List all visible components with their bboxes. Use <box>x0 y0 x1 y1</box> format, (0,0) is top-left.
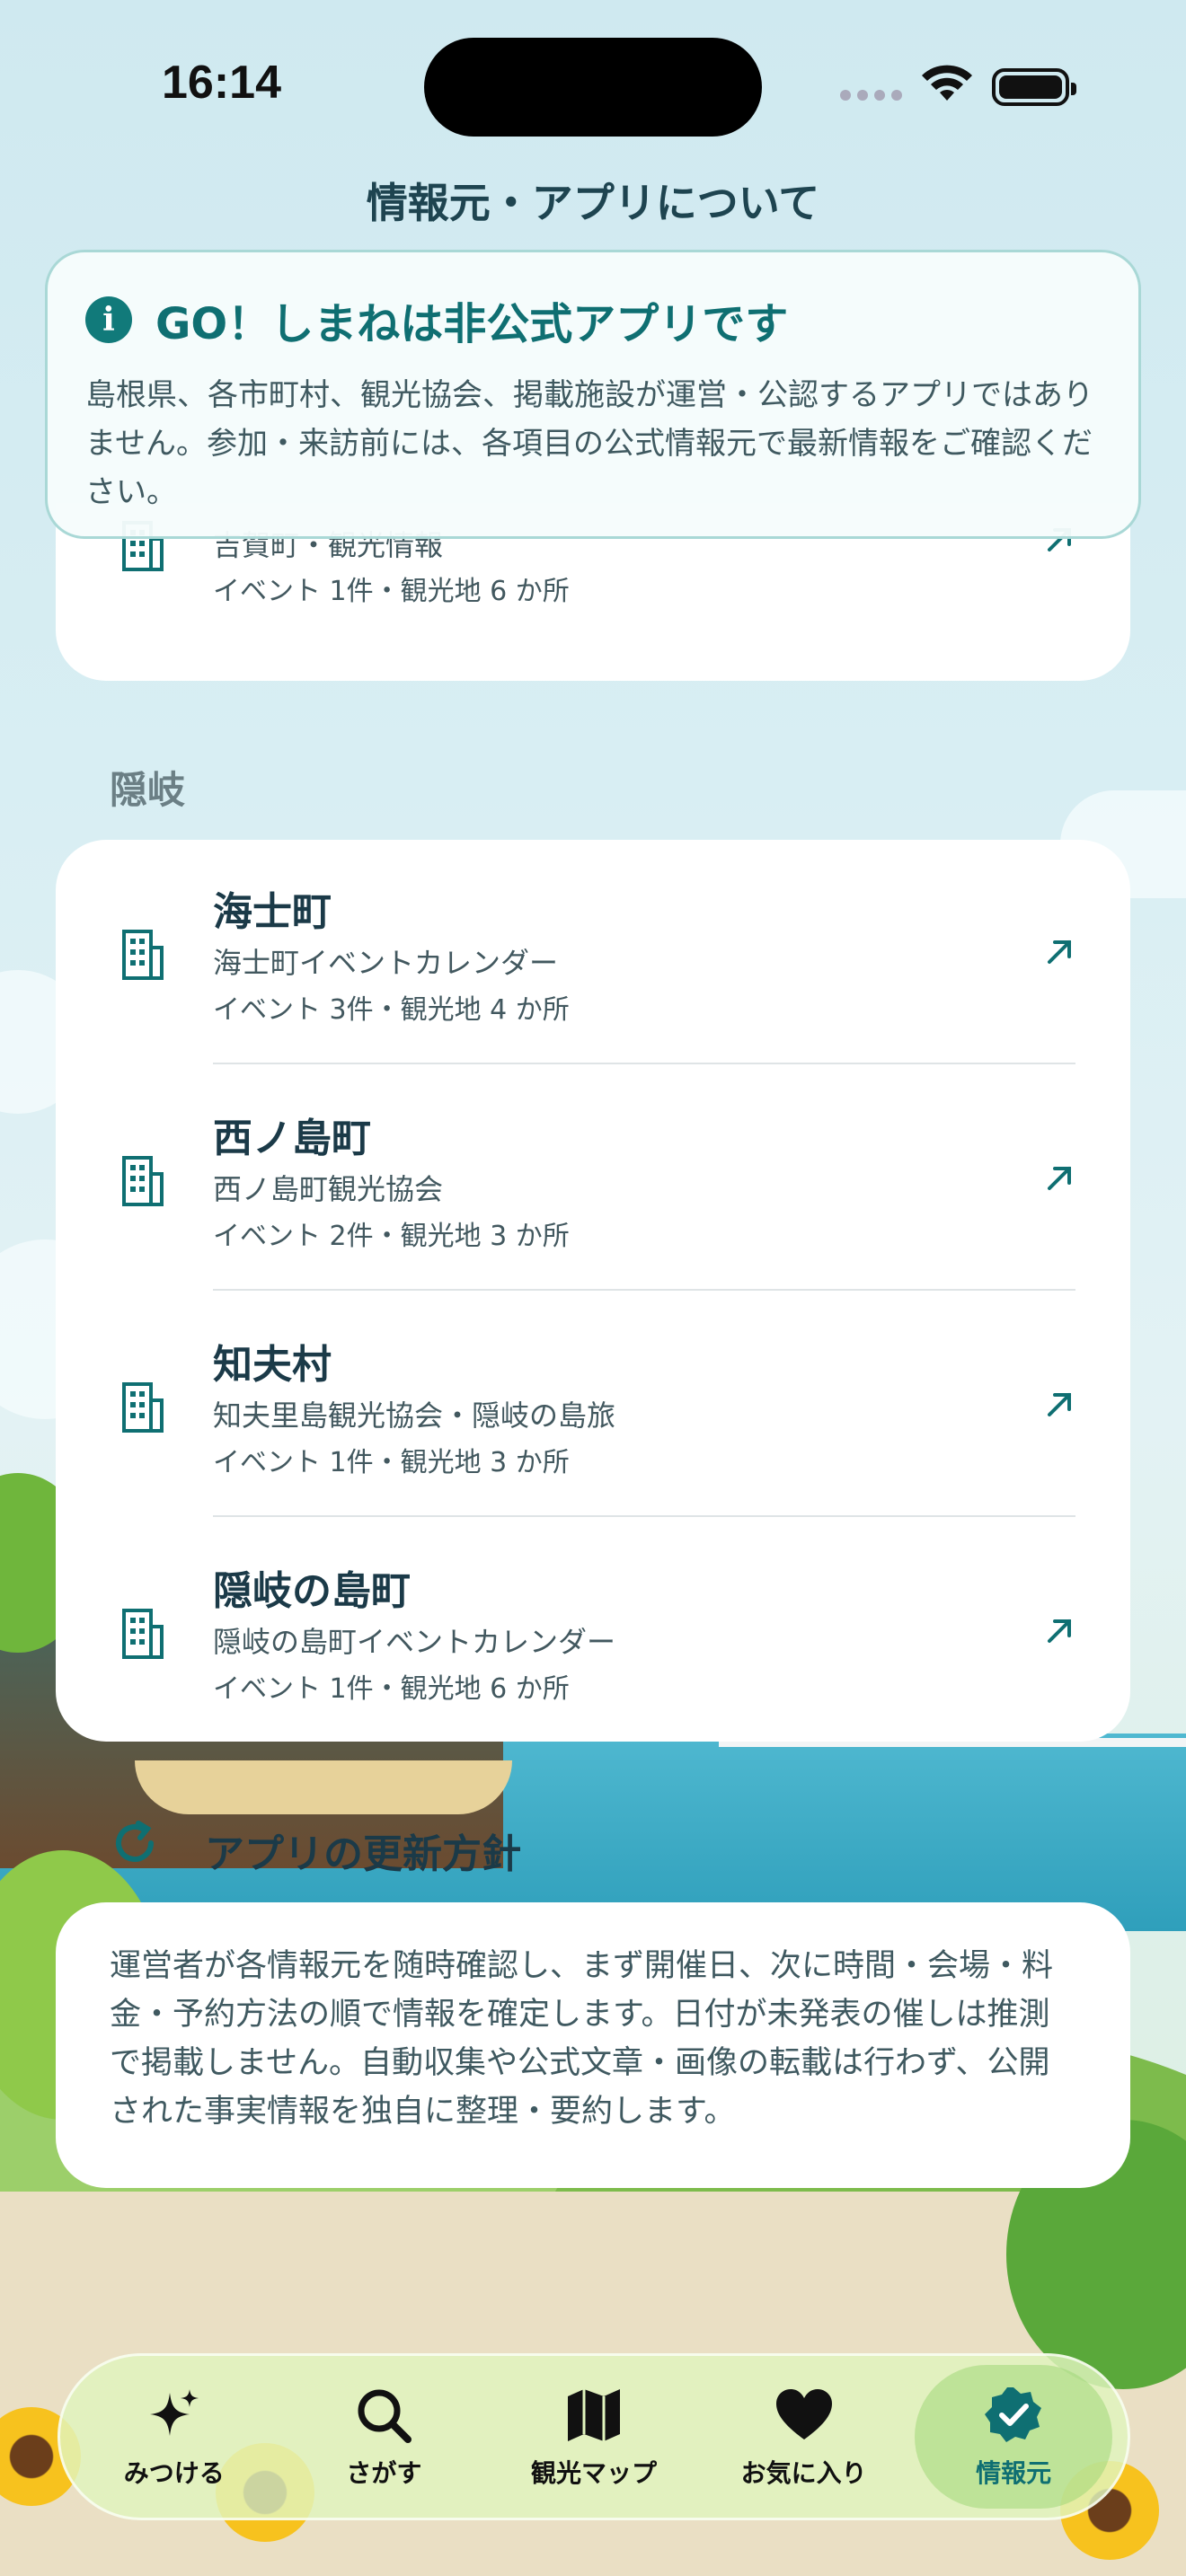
source-publisher: 知夫里島観光協会・隠岐の島旅 <box>213 1398 616 1433</box>
source-row[interactable]: 知夫村 知夫里島観光協会・隠岐の島旅 イベント 1件・観光地 3 か所 <box>56 1292 1130 1519</box>
status-time: 16:14 <box>162 57 281 109</box>
external-link-icon <box>1048 1167 1071 1190</box>
row-divider <box>213 1289 1075 1291</box>
source-name: 海士町 <box>213 889 332 935</box>
tab-label: お気に入り <box>740 2458 867 2488</box>
tab-label: さがす <box>346 2458 422 2488</box>
source-row[interactable]: 海士町 海士町イベントカレンダー イベント 3件・観光地 4 か所 <box>56 840 1130 1066</box>
search-icon <box>358 2389 412 2443</box>
source-name: 知夫村 <box>213 1342 332 1388</box>
source-row[interactable]: 西ノ島町 西ノ島町観光協会 イベント 2件・観光地 3 か所 <box>56 1066 1130 1292</box>
row-divider <box>213 1515 1075 1517</box>
section-label-oki: 隠岐 <box>110 768 186 812</box>
source-publisher: 海士町イベントカレンダー <box>213 946 559 980</box>
wifi-icon <box>922 65 972 101</box>
building-icon <box>122 1156 164 1206</box>
sparkles-icon <box>149 2389 199 2436</box>
cellular-signal-icon <box>840 90 902 101</box>
verified-badge-icon <box>985 2387 1042 2442</box>
info-icon: i <box>85 296 132 343</box>
building-icon <box>122 1609 164 1659</box>
heart-icon <box>775 2389 832 2439</box>
notice-body: 島根県、各市町村、観光協会、掲載施設が運営・公認するアプリではありません。参加・… <box>85 377 1093 510</box>
source-counts: イベント 1件・観光地 6 か所 <box>213 576 570 607</box>
update-policy-body: 運営者が各情報元を随時確認し、まず開催日、次に時間・会場・料金・予約方法の順で情… <box>110 1948 1054 2130</box>
building-icon <box>122 1382 164 1433</box>
building-icon <box>122 930 164 980</box>
external-link-icon <box>1048 1619 1071 1643</box>
source-counts: イベント 1件・観光地 3 か所 <box>213 1447 570 1478</box>
external-link-icon <box>1048 1393 1071 1416</box>
source-counts: イベント 2件・観光地 3 か所 <box>213 1221 570 1252</box>
tab-sources[interactable]: 情報元 <box>915 2365 1113 2509</box>
source-counts: イベント 1件・観光地 6 か所 <box>213 1673 570 1705</box>
unofficial-notice: i GO！しまねは非公式アプリです 島根県、各市町村、観光協会、掲載施設が運営・… <box>45 250 1141 539</box>
row-divider <box>213 1063 1075 1064</box>
source-row[interactable]: 隠岐の島町 隠岐の島町イベントカレンダー イベント 1件・観光地 6 か所 <box>56 1519 1130 1745</box>
source-publisher: 西ノ島町観光協会 <box>213 1172 444 1206</box>
notice-title: GO！しまねは非公式アプリです <box>155 299 789 349</box>
battery-icon <box>992 68 1076 106</box>
source-name: 隠岐の島町 <box>213 1568 411 1614</box>
tab-search[interactable]: さがす <box>285 2365 482 2509</box>
source-card-oki: 海士町 海士町イベントカレンダー イベント 3件・観光地 4 か所 西ノ島町 西… <box>56 840 1130 1742</box>
tab-label: 情報元 <box>976 2458 1052 2488</box>
source-counts: イベント 3件・観光地 4 か所 <box>213 994 570 1026</box>
external-link-icon <box>1048 940 1071 964</box>
source-publisher: 隠岐の島町イベントカレンダー <box>213 1625 616 1659</box>
dynamic-island <box>424 38 762 137</box>
tab-discover[interactable]: みつける <box>75 2365 273 2509</box>
tab-favorites[interactable]: お気に入り <box>705 2365 903 2509</box>
tab-bar: みつける さがす 観光マップ お気に入り 情報元 <box>58 2353 1130 2520</box>
tab-map[interactable]: 観光マップ <box>495 2365 693 2509</box>
tab-label: 観光マップ <box>530 2458 657 2488</box>
page-title: 情報元・アプリについて <box>366 179 820 227</box>
refresh-icon <box>116 1821 154 1862</box>
source-name: 西ノ島町 <box>213 1116 371 1161</box>
update-policy-card: 運営者が各情報元を随時確認し、まず開催日、次に時間・会場・料金・予約方法の順で情… <box>56 1902 1130 2188</box>
tab-label: みつける <box>123 2458 225 2488</box>
update-policy-title: アプリの更新方針 <box>205 1831 521 1877</box>
map-icon <box>567 2389 620 2441</box>
status-bar: 16:14 <box>0 0 1186 180</box>
